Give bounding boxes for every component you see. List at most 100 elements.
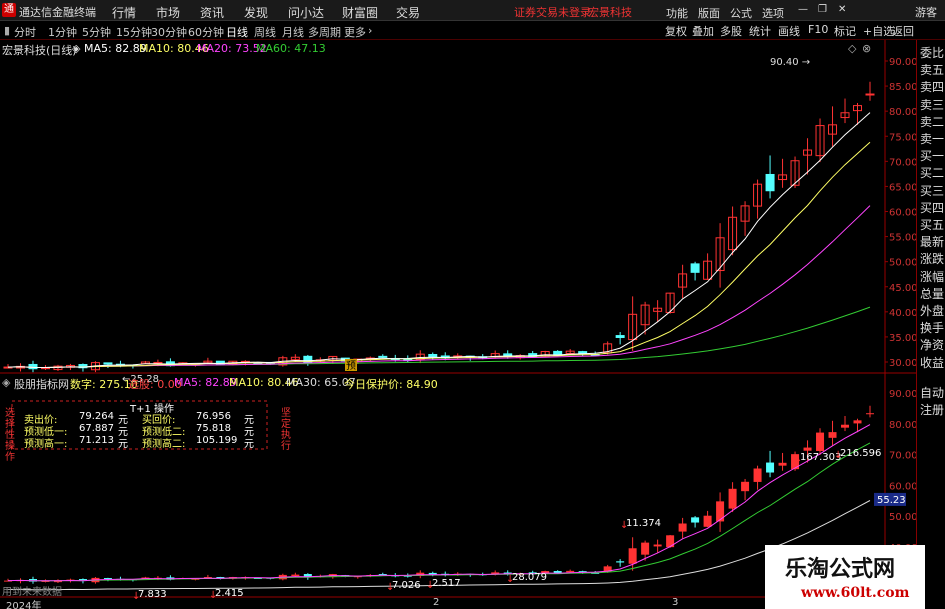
period-intraday[interactable]: 分时 [14,24,36,40]
period-15min[interactable]: 15分钟 [116,24,152,40]
ind-annotation: 11.374 [626,518,661,529]
sell-arrow-icon: ↓ [794,454,802,465]
menu-options[interactable]: 选项 [762,5,784,21]
period-60min[interactable]: 60分钟 [188,24,224,40]
menu-function[interactable]: 功能 [666,5,688,21]
right-panel-item[interactable]: 卖五 [920,61,944,78]
ind-annotation: 2.517 [432,578,461,589]
t1-cell: 76.956 [196,411,231,422]
guest-label[interactable]: 游客 [915,4,937,20]
diamond-icon[interactable]: ◇ [848,42,856,55]
btn-multi-stock[interactable]: 多股 [720,23,742,39]
candle-body [765,173,775,192]
right-panel-item[interactable]: 买五 [920,216,944,233]
menu-news[interactable]: 资讯 [200,4,224,21]
period-more[interactable]: 更多 [344,24,366,40]
t1-cell: 元 [244,439,254,450]
right-panel-item[interactable]: 收益 [920,354,944,371]
menu-market[interactable]: 市场 [156,4,180,21]
period-30min[interactable]: 30分钟 [151,24,187,40]
kline-chart[interactable]: 90.00 85.00 80.00 75.00 70.00 65.00 60.00 55.00… [0,40,916,609]
btn-back[interactable]: 返回 [892,23,914,39]
ind-ma30-line [7,500,871,591]
menu-formula[interactable]: 公式 [730,5,752,21]
y-tick-label: 65.00 [889,182,916,193]
btn-mark[interactable]: 标记 [834,23,856,39]
right-panel-item[interactable]: 换手 [920,319,944,336]
panel-close-icon[interactable]: ⊗ [862,42,871,55]
indicator-name: 股朋指标网 [14,378,69,391]
y-tick-label: 30.00 [889,358,916,369]
right-panel-item[interactable]: 最新 [920,233,944,250]
ind-tick-label: 70.00 [889,451,916,462]
ind-candle-body [291,574,300,577]
period-5min[interactable]: 5分钟 [82,24,111,40]
right-panel-lower-item[interactable]: 注册 [920,401,944,418]
right-panel-item[interactable]: 涨幅 [920,268,944,285]
btn-f10[interactable]: F10 [808,23,828,36]
watermark-title: 乐淘公式网 [785,556,896,582]
candle-body [690,263,700,273]
login-notice[interactable]: 证券交易未登录 [514,4,591,20]
right-panel-item[interactable]: 买四 [920,199,944,216]
period-monthly[interactable]: 月线 [282,24,304,40]
app-logo-icon: 通 [2,3,16,17]
candle-body [428,353,438,358]
right-panel-item[interactable]: 买三 [920,182,944,199]
right-panel-item[interactable]: 卖四 [920,78,944,95]
indicator-protect: 今日保护价: 84.90 [344,378,438,391]
menu-ask[interactable]: 问小达 [288,4,324,21]
watermark: 乐淘公式网 www.60lt.com [765,545,925,609]
right-panel-item[interactable]: 买一 [920,147,944,164]
menu-discover[interactable]: 发现 [244,4,268,21]
period-weekly[interactable]: 周线 [254,24,276,40]
t1-cell: 71.213 [79,435,114,446]
more-chevron-icon[interactable]: › [368,24,372,37]
candle-body [28,363,38,370]
ind-candle-body [803,447,812,451]
btn-overlay[interactable]: 叠加 [692,23,714,39]
ind-candle-body [841,424,850,428]
menu-layout[interactable]: 版面 [698,5,720,21]
right-panel-item[interactable]: 总量 [920,285,944,302]
y-tick-label: 45.00 [889,283,916,294]
t1-cell: 79.264 [79,411,114,422]
period-daily[interactable]: 日线 [226,24,248,40]
btn-draw[interactable]: 画线 [778,23,800,39]
right-panel-item[interactable]: 卖二 [920,113,944,130]
right-panel-item[interactable]: 外盘 [920,302,944,319]
high-label: 90.40 → [770,57,810,68]
btn-add-watchlist[interactable]: +自选 [863,23,894,39]
btn-stats[interactable]: 统计 [749,23,771,39]
period-toggle-icon[interactable]: ▮ [4,24,10,37]
right-panel-item[interactable]: 买二 [920,164,944,181]
menu-quotes[interactable]: 行情 [112,4,136,21]
ind-candle-body [641,542,650,555]
forecast-marker: 预 [346,360,356,372]
right-panel-item[interactable]: 委比 [920,44,944,61]
indicator-settings-icon[interactable]: ◈ [2,376,10,389]
right-panel-lower-item[interactable]: 自动 [920,384,944,401]
menu-wealth[interactable]: 财富圈 [342,4,378,21]
right-panel-item[interactable]: 卖一 [920,130,944,147]
period-1min[interactable]: 1分钟 [48,24,77,40]
period-multi[interactable]: 多周期 [308,24,341,40]
candle-body [378,355,388,358]
right-panel-item[interactable]: 涨跌 [920,250,944,267]
minimize-icon[interactable]: — [798,4,808,15]
t1-cell: 预测高一: [24,439,68,450]
restore-icon[interactable]: ❐ [818,4,827,15]
close-icon[interactable]: ✕ [838,4,846,15]
menu-trade[interactable]: 交易 [396,4,420,21]
candle-body [578,351,588,354]
t1-panel: T+1 操作 卖出价: 79.264 元买回价: 76.956 元预测低一: 67.887… [12,400,267,450]
right-panel-item[interactable]: 卖三 [920,96,944,113]
settings-icon[interactable]: ◈ [72,42,80,55]
right-panel-item[interactable]: 净资 [920,336,944,353]
btn-adjust[interactable]: 复权 [665,23,687,39]
ind-annotation: 2.415 [215,588,244,599]
y-tick-label: 50.00 [889,258,916,269]
sell-arrow-icon: ↓ [620,520,628,531]
ma60-label: MA60: 47.13 [256,42,326,55]
watermark-url: www.60lt.com [801,585,910,601]
